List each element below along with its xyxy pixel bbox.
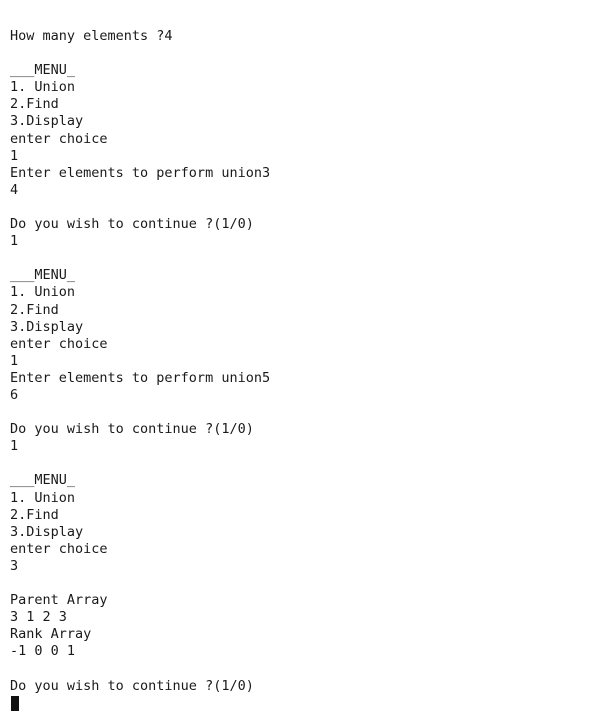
terminal-line: 1 <box>10 147 19 164</box>
terminal-line: Enter elements to perform union3 <box>10 164 271 181</box>
terminal-line: 2.Find <box>10 301 59 318</box>
terminal-line: 1 <box>10 233 19 250</box>
terminal-line: Do you wish to continue ?(1/0) <box>10 216 254 233</box>
terminal-line: How many elements ?4 <box>10 28 173 44</box>
terminal-line: enter choice <box>10 335 108 352</box>
terminal-line: -1 0 0 1 <box>10 643 76 660</box>
terminal-line: Enter elements to perform union5 <box>10 369 271 386</box>
terminal-line: 3 1 2 3 <box>10 609 67 626</box>
terminal-line: 1 <box>10 438 19 455</box>
terminal-line: enter choice <box>10 130 108 147</box>
terminal-line: 1. Union <box>10 489 76 506</box>
terminal-line: 1. Union <box>10 284 76 301</box>
terminal-line: Parent Array <box>10 592 108 609</box>
terminal-line: 6 <box>10 386 19 403</box>
terminal-input-line[interactable] <box>10 695 590 712</box>
terminal-line: 1 <box>10 352 19 369</box>
terminal-output[interactable]: How many elements ?4 ___MENU_ 1. Union 2… <box>10 28 590 712</box>
terminal-line: ___MENU_ <box>10 62 76 79</box>
terminal-line: 3 <box>10 557 19 574</box>
terminal-line: enter choice <box>10 540 108 557</box>
text-cursor <box>11 695 19 711</box>
terminal-line: Rank Array <box>10 626 92 643</box>
terminal-line: 3.Display <box>10 113 84 130</box>
terminal-line: 3.Display <box>10 318 84 335</box>
terminal-line: Do you wish to continue ?(1/0) <box>10 677 254 694</box>
terminal-line: Do you wish to continue ?(1/0) <box>10 421 254 438</box>
terminal-line: ___MENU_ <box>10 267 76 284</box>
terminal-line: 3.Display <box>10 523 84 540</box>
terminal-line: 4 <box>10 181 19 198</box>
terminal-line: 1. Union <box>10 79 76 96</box>
terminal-line: 2.Find <box>10 506 59 523</box>
terminal-line: 2.Find <box>10 96 59 113</box>
terminal-line: ___MENU_ <box>10 472 76 489</box>
